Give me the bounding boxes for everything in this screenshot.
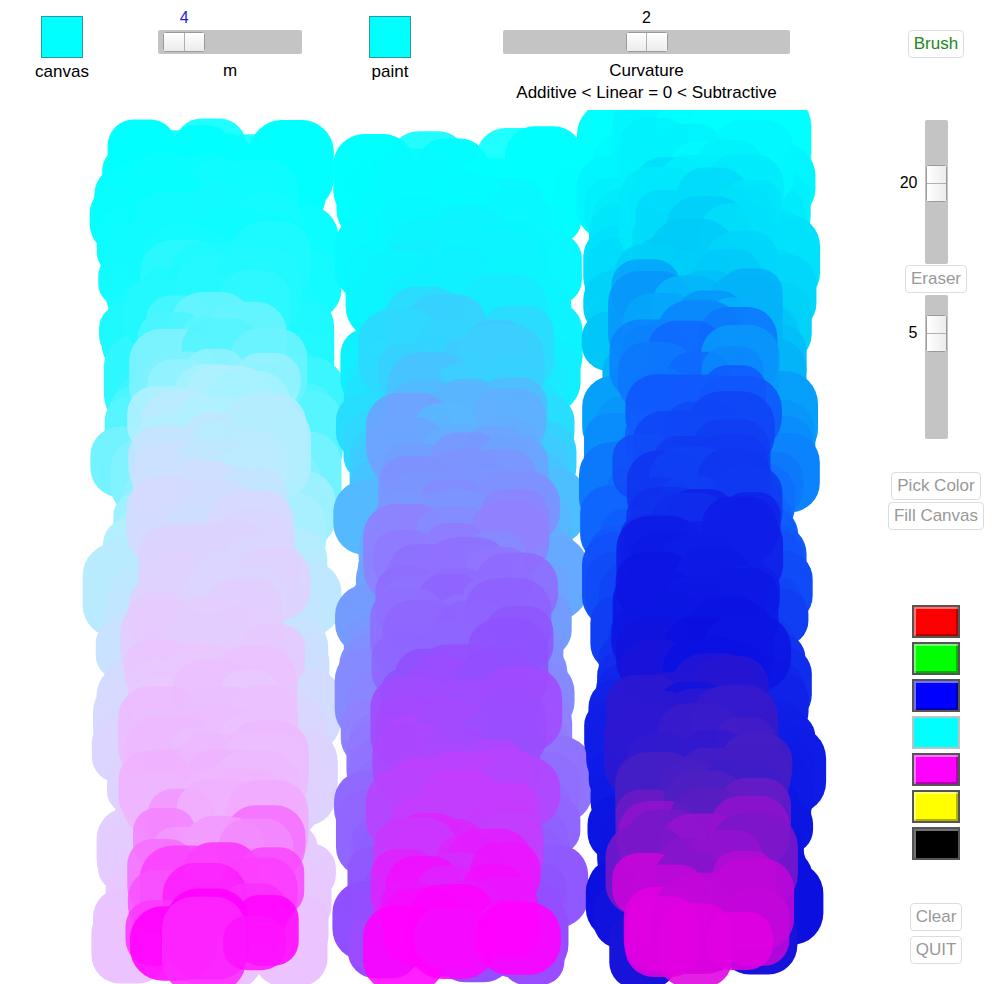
slider-thumb[interactable] [926, 315, 947, 352]
slider-label: Curvature [609, 60, 684, 82]
m-slider-control: 4m [158, 0, 302, 82]
paint-stroke [223, 916, 286, 970]
tool-button[interactable]: Fill Canvas [888, 502, 984, 530]
slider-thumb[interactable] [926, 165, 947, 202]
m-slider[interactable] [158, 30, 302, 54]
canvas-label: canvas [35, 62, 89, 82]
palette-swatch[interactable] [912, 716, 960, 749]
canvas-control: canvas [30, 0, 94, 82]
size-slider[interactable]: 20 [925, 120, 948, 264]
paint-stroke [706, 912, 773, 970]
size-slider[interactable]: 5 [925, 295, 948, 439]
slider-value: 2 [642, 8, 651, 28]
slider-thumb[interactable] [163, 32, 205, 52]
palette-swatch[interactable] [912, 827, 960, 860]
curvature-slider-control: 2 CurvatureAdditive < Linear = 0 < Subtra… [503, 0, 790, 104]
slider-thumb[interactable] [626, 32, 668, 52]
tool-button[interactable]: QUIT [910, 936, 963, 964]
paint-color-swatch[interactable] [369, 16, 411, 58]
slider-labels: CurvatureAdditive < Linear = 0 < Subtrac… [516, 60, 776, 104]
tool-button[interactable]: Clear [910, 903, 963, 931]
main-area: canvas4mpaint2CurvatureAdditive < Linear… [0, 0, 880, 984]
slider-value: 4 [180, 8, 189, 28]
slider-value-row: 2 [503, 0, 790, 30]
tool-button[interactable]: Brush [908, 30, 964, 58]
slider-labels: m [223, 60, 237, 82]
slider-label: Additive < Linear = 0 < Subtractive [516, 82, 776, 104]
size-slider-value: 20 [900, 173, 918, 193]
canvas-color-swatch[interactable] [41, 16, 83, 58]
curvature-slider[interactable] [503, 30, 790, 54]
paint-canvas[interactable] [0, 110, 880, 984]
paint-stroke [476, 902, 560, 975]
palette-swatch[interactable] [912, 679, 960, 712]
tool-button[interactable]: Pick Color [891, 472, 980, 500]
paint-control: paint [358, 0, 422, 82]
tool-button[interactable]: Eraser [905, 265, 967, 293]
toolbar: canvas4mpaint2CurvatureAdditive < Linear… [0, 0, 880, 110]
tool-sidebar: Brush20Eraser5Pick ColorFill CanvasClear… [880, 0, 992, 984]
size-slider-value: 5 [909, 323, 918, 343]
palette-swatch[interactable] [912, 605, 960, 638]
palette-swatch[interactable] [912, 642, 960, 675]
slider-label: m [223, 60, 237, 82]
palette-swatch[interactable] [912, 753, 960, 786]
slider-value-row: 4 [158, 0, 302, 30]
paint-stroke [414, 908, 487, 970]
paint-app: canvas4mpaint2CurvatureAdditive < Linear… [0, 0, 1004, 984]
paint-label: paint [372, 62, 409, 82]
palette-swatch[interactable] [912, 790, 960, 823]
color-palette [912, 605, 960, 860]
